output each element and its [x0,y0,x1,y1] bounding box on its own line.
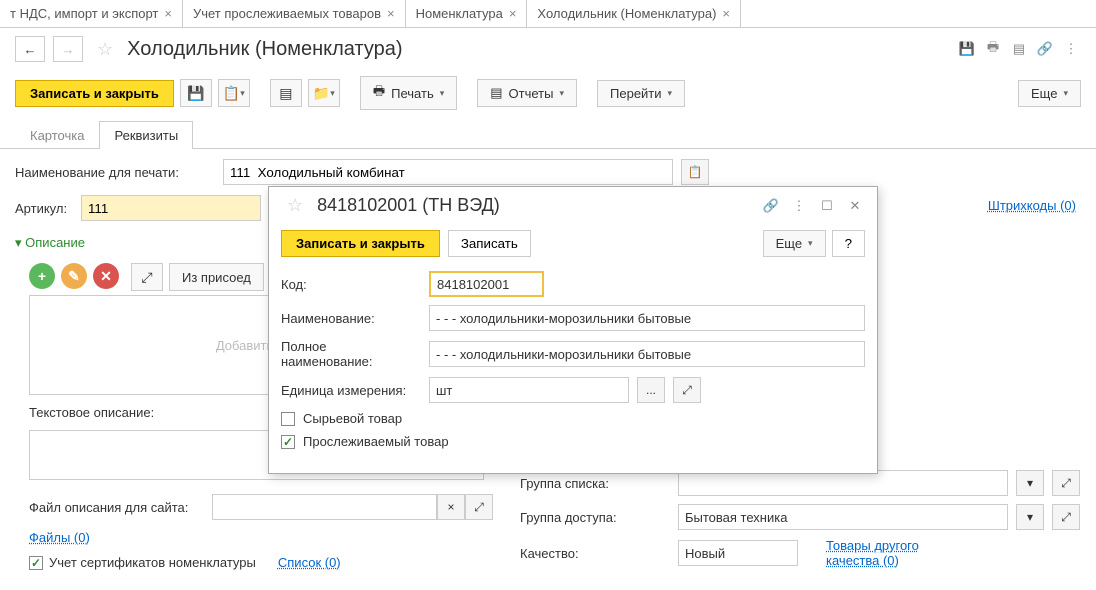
header-row: ← → ☆ Холодильник (Номенклатура) 💾 🖶 ▤ 🔗… [0,28,1096,70]
name-label: Наименование: [281,311,421,326]
right-column: Группа списка: ▾ ⤢ Группа доступа: Бытов… [520,470,1080,576]
site-desc-input[interactable] [212,494,437,520]
cert-label: Учет сертификатов номенклатуры [49,555,256,570]
close-icon[interactable]: × [509,6,517,21]
text-desc-label: Текстовое описание: [29,405,154,420]
forward-button[interactable]: → [53,36,83,62]
sub-tabs: Карточка Реквизиты [0,120,1096,149]
list-group-label: Группа списка: [520,476,670,491]
select-button[interactable]: ... [637,377,665,403]
code-input[interactable]: 8418102001 [429,271,544,297]
fill-button[interactable]: 📋 [681,159,709,185]
quality-label: Качество: [520,546,670,561]
open-button[interactable]: ⤢ [1052,470,1080,496]
print-icon[interactable]: 🖶 [983,39,1003,59]
save-button[interactable]: 💾 [180,79,212,107]
back-button[interactable]: ← [15,36,45,62]
delete-image-button[interactable]: ✕ [93,263,119,289]
print-button[interactable]: 🖶Печать▾ [360,76,457,110]
modal-more-button[interactable]: Еще▾ [763,230,826,257]
list-link[interactable]: Список (0) [278,555,341,570]
modal-help-button[interactable]: ? [832,230,865,257]
modal-title: 8418102001 (ТН ВЭД) [317,195,753,216]
quality-input[interactable]: Новый [678,540,798,566]
save-close-button[interactable]: Записать и закрыть [15,80,174,107]
main-tabs-bar: т НДС, импорт и экспорт × Учет прослежива… [0,0,1096,28]
tab-label: Номенклатура [416,6,503,21]
tab-label: т НДС, импорт и экспорт [10,6,158,21]
article-label: Артикул: [15,201,73,216]
expand-button[interactable]: ⤢ [131,263,163,291]
files-link[interactable]: Файлы (0) [29,530,90,545]
save-icon[interactable]: 💾 [957,39,977,59]
full-name-label: Полное наименование: [281,339,421,369]
expand-button[interactable]: ⤢ [465,494,493,520]
barcodes-link[interactable]: Штрихкоды (0) [988,198,1076,213]
open-button[interactable]: ⤢ [1052,504,1080,530]
modal-save-button[interactable]: Записать [448,230,531,257]
tab-fridge[interactable]: Холодильник (Номенклатура) × [527,0,741,27]
menu-icon[interactable]: ⋮ [789,196,809,216]
link-icon[interactable]: 🔗 [761,196,781,216]
subtab-card[interactable]: Карточка [15,121,99,149]
from-attached-button[interactable]: Из присоед [169,263,264,291]
dropdown-button[interactable]: ▾ [1016,470,1044,496]
add-image-button[interactable]: + [29,263,55,289]
dropdown-button[interactable]: ▾ [1016,504,1044,530]
report-icon: ▤ [490,85,502,101]
printer-icon: 🖶 [373,82,385,104]
traceable-label: Прослеживаемый товар [303,434,449,449]
other-quality-link[interactable]: Товары другого качества (0) [826,538,946,568]
close-icon[interactable]: × [164,6,172,21]
tnved-modal: ☆ 8418102001 (ТН ВЭД) 🔗 ⋮ ☐ ✕ Записать и… [268,186,878,474]
raw-goods-label: Сырьевой товар [303,411,402,426]
tab-vat[interactable]: т НДС, импорт и экспорт × [0,0,183,27]
unit-input[interactable]: шт [429,377,629,403]
code-label: Код: [281,277,421,292]
maximize-icon[interactable]: ☐ [817,196,837,216]
list-button[interactable]: ▤ [270,79,302,107]
article-input[interactable] [81,195,261,221]
close-icon[interactable]: ✕ [845,196,865,216]
link-icon[interactable]: 🔗 [1035,39,1055,59]
raw-goods-checkbox[interactable] [281,412,295,426]
tab-label: Холодильник (Номенклатура) [537,6,716,21]
main-toolbar: Записать и закрыть 💾 📋▾ ▤ 📁▾ 🖶Печать▾ ▤О… [0,70,1096,116]
goto-button[interactable]: Перейти▾ [597,80,685,107]
cert-checkbox[interactable] [29,556,43,570]
print-name-label: Наименование для печати: [15,165,215,180]
access-group-input[interactable]: Бытовая техника [678,504,1008,530]
menu-icon[interactable]: ⋮ [1061,39,1081,59]
edit-image-button[interactable]: ✎ [61,263,87,289]
full-name-input[interactable]: - - - холодильники-морозильники бытовые [429,341,865,367]
tab-label: Учет прослеживаемых товаров [193,6,381,21]
subtab-props[interactable]: Реквизиты [99,121,193,149]
more-button[interactable]: Еще▾ [1018,80,1081,107]
access-group-label: Группа доступа: [520,510,670,525]
close-icon[interactable]: × [387,6,395,21]
clear-button[interactable]: × [437,494,465,520]
tab-nomenclature[interactable]: Номенклатура × [406,0,528,27]
calc-icon[interactable]: ▤ [1009,39,1029,59]
modal-save-close-button[interactable]: Записать и закрыть [281,230,440,257]
close-icon[interactable]: × [722,6,730,21]
unit-label: Единица измерения: [281,383,421,398]
folder-button[interactable]: 📁▾ [308,79,340,107]
traceable-checkbox[interactable] [281,435,295,449]
copy-button[interactable]: 📋▾ [218,79,250,107]
name-input[interactable]: - - - холодильники-морозильники бытовые [429,305,865,331]
print-name-input[interactable] [223,159,673,185]
page-title: Холодильник (Номенклатура) [127,38,402,61]
open-button[interactable]: ⤢ [673,377,701,403]
site-desc-label: Файл описания для сайта: [29,500,204,515]
favorite-star-icon[interactable]: ☆ [281,195,309,216]
favorite-star-icon[interactable]: ☆ [91,39,119,60]
reports-button[interactable]: ▤Отчеты▾ [477,79,577,107]
tab-traceable[interactable]: Учет прослеживаемых товаров × [183,0,406,27]
